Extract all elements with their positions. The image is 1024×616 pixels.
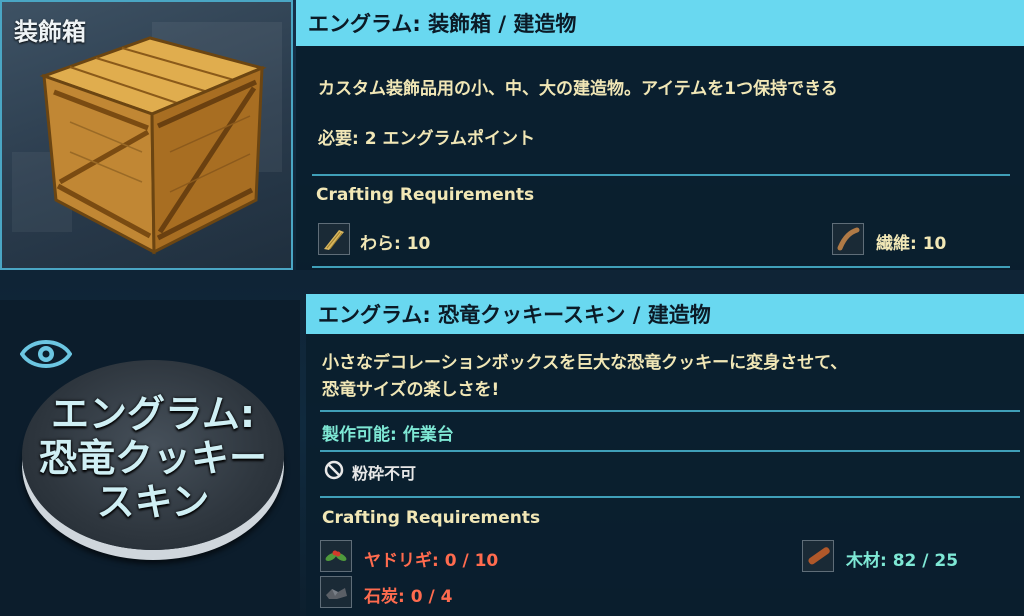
divider	[320, 450, 1020, 452]
engram-skin-header: エングラム: 恐竜クッキースキン / 建造物	[306, 294, 1024, 334]
crafting-requirements-title: Crafting Requirements	[322, 508, 541, 528]
engram-badge-label: エングラム: 恐竜クッキー スキン	[22, 392, 284, 524]
wooden-crate-image	[39, 36, 267, 255]
eye-icon[interactable]	[20, 336, 72, 372]
divider	[312, 266, 1010, 268]
resource-mistletoe: ヤドリギ: 0 / 10	[364, 551, 499, 571]
item-name: 装飾箱	[14, 18, 86, 46]
engram-description: カスタム装飾品用の小、中、大の建造物。アイテムを1つ保持できる	[318, 79, 838, 99]
description-line: 恐竜サイズの楽しさを!	[322, 380, 500, 400]
resource-fiber: 繊維: 10	[876, 234, 947, 254]
divider	[320, 496, 1020, 498]
crafting-requirements-title: Crafting Requirements	[316, 185, 535, 205]
divider	[312, 174, 1010, 176]
fiber-icon	[832, 223, 864, 255]
engram-skin-description: 小さなデコレーションボックスを巨大な恐竜クッキーに変身させて、 恐竜サイズの楽し…	[322, 348, 847, 400]
no-grind-icon	[324, 460, 344, 480]
engram-skin-details-panel: 小さなデコレーションボックスを巨大な恐竜クッキーに変身させて、 恐竜サイズの楽し…	[306, 334, 1024, 616]
divider	[320, 410, 1020, 412]
coal-icon	[320, 576, 352, 608]
item-image-panel: 装飾箱	[0, 0, 293, 270]
mistletoe-icon	[320, 540, 352, 572]
description-line: 小さなデコレーションボックスを巨大な恐竜クッキーに変身させて、	[322, 353, 848, 373]
engram-header: エングラム: 装飾箱 / 建造物	[296, 0, 1024, 46]
resource-straw: わら: 10	[360, 234, 431, 254]
badge-line: スキン	[96, 480, 210, 524]
resource-wood: 木材: 82 / 25	[846, 551, 959, 571]
craftable-station: 製作可能: 作業台	[322, 425, 454, 445]
engram-point-requirement: 必要: 2 エングラムポイント	[318, 129, 535, 149]
straw-icon	[318, 223, 350, 255]
no-grind-label: 粉砕不可	[352, 464, 417, 483]
wood-icon	[802, 540, 834, 572]
engram-details-panel: カスタム装飾品用の小、中、大の建造物。アイテムを1つ保持できる 必要: 2 エン…	[296, 46, 1024, 270]
badge-line: エングラム:	[50, 392, 256, 436]
badge-line: 恐竜クッキー	[38, 436, 267, 480]
resource-coal: 石炭: 0 / 4	[364, 587, 453, 607]
